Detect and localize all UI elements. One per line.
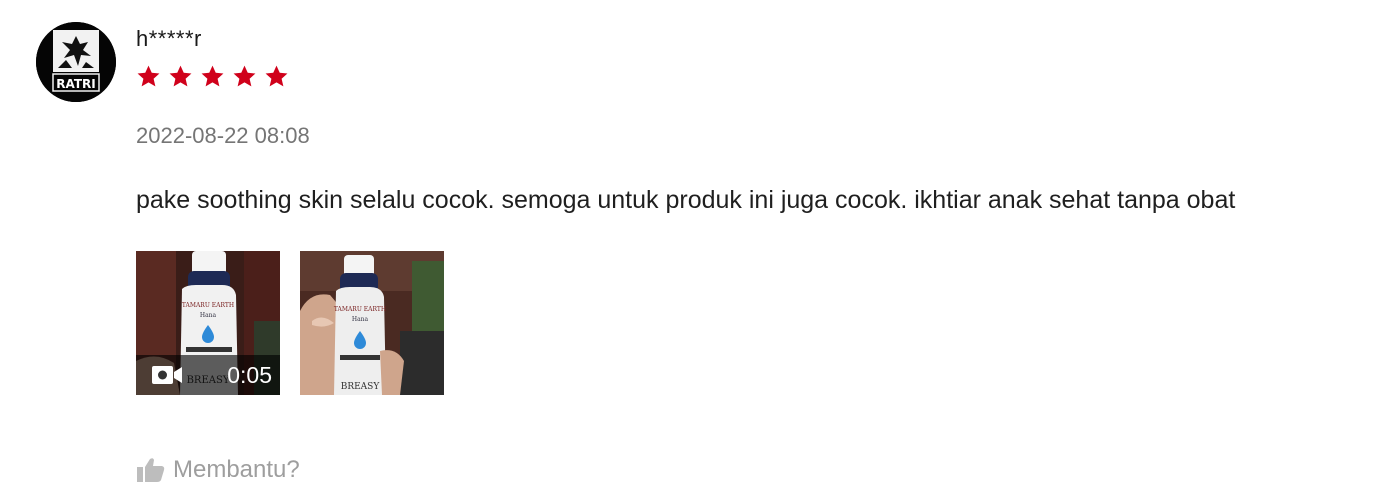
review-comment: pake soothing skin selalu cocok. semoga … (136, 186, 1236, 214)
video-thumbnail[interactable]: TAMARU EARTH Hana BREASY 0:05 (136, 251, 280, 395)
svg-text:BREASY: BREASY (341, 382, 381, 392)
photo-thumbnail-image: TAMARU EARTH Hana BREASY (300, 251, 444, 395)
avatar[interactable]: RATRI (36, 22, 116, 102)
thumbs-up-icon (137, 458, 165, 482)
review-date: 2022-08-22 08:08 (136, 123, 310, 148)
star-icon (137, 65, 160, 87)
avatar-ratri-logo: RATRI (36, 22, 116, 102)
star-icon (233, 65, 256, 87)
star-icon (265, 65, 288, 87)
svg-text:TAMARU EARTH: TAMARU EARTH (182, 302, 234, 309)
photo-thumbnail[interactable]: TAMARU EARTH Hana BREASY (300, 251, 444, 395)
rating-stars (136, 64, 289, 89)
helpful-button[interactable]: Membantu? (136, 456, 300, 484)
svg-text:Hana: Hana (352, 316, 369, 323)
star-icon (201, 65, 224, 87)
review-media: TAMARU EARTH Hana BREASY 0:05 (136, 251, 444, 395)
video-duration: 0:05 (227, 361, 272, 388)
star-icon (169, 65, 192, 87)
svg-text:Hana: Hana (200, 312, 217, 319)
review-author: h*****r (136, 26, 202, 51)
video-camera-icon (152, 366, 182, 384)
svg-text:TAMARU EARTH: TAMARU EARTH (334, 306, 386, 313)
avatar-text: RATRI (56, 77, 96, 91)
helpful-label: Membantu? (173, 456, 300, 483)
video-overlay: 0:05 (136, 355, 280, 395)
